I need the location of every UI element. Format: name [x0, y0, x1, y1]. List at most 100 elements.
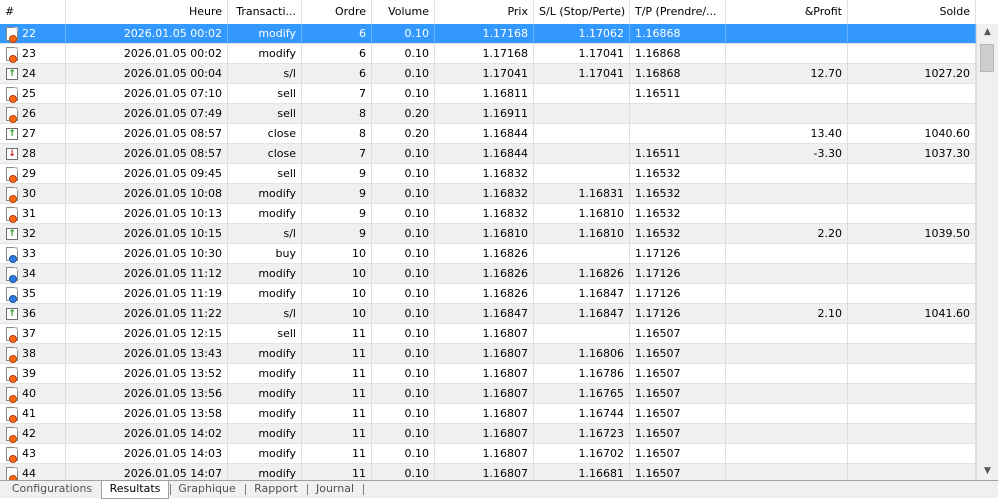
cell-volume: 0.10	[372, 64, 435, 84]
cell-price: 1.16844	[435, 124, 534, 144]
sell-order-icon	[6, 427, 18, 443]
order-dot-icon	[9, 195, 17, 203]
cell-volume: 0.10	[372, 264, 435, 284]
sell-order-icon	[6, 467, 18, 480]
cell-order: 10	[302, 244, 372, 264]
cell-balance: 1037.30	[848, 144, 976, 164]
row-id: 27	[22, 127, 36, 140]
table-row[interactable]: 26 2026.01.05 07:49 sell 8 0.20 1.16911	[0, 104, 976, 124]
table-row[interactable]: ↑ 27 2026.01.05 08:57 close 8 0.20 1.16844 13.4…	[0, 124, 976, 144]
table-row[interactable]: 31 2026.01.05 10:13 modify 9 0.10 1.16832 1.16…	[0, 204, 976, 224]
table-row[interactable]: 33 2026.01.05 10:30 buy 10 0.10 1.16826 1.1712…	[0, 244, 976, 264]
sell-order-icon	[6, 187, 18, 203]
cell-stop-loss: 1.16765	[534, 384, 630, 404]
cell-profit	[726, 444, 848, 464]
table-row[interactable]: 40 2026.01.05 13:56 modify 11 0.10 1.16807 1.1…	[0, 384, 976, 404]
cell-balance	[848, 424, 976, 444]
cell-transaction: modify	[228, 464, 302, 480]
tab-journal[interactable]: Journal	[308, 481, 362, 498]
table-row[interactable]: 39 2026.01.05 13:52 modify 11 0.10 1.16807 1.1…	[0, 364, 976, 384]
column-header-row: # Heure Transacti... Ordre Volume Prix S/L (St…	[0, 0, 976, 25]
cell-price: 1.16807	[435, 364, 534, 384]
table-row[interactable]: 22 2026.01.05 00:02 modify 6 0.10 1.17168 1.17…	[0, 24, 976, 44]
cell-transaction: modify	[228, 284, 302, 304]
table-row[interactable]: 42 2026.01.05 14:02 modify 11 0.10 1.16807 1.1…	[0, 424, 976, 444]
cell-take-profit: 1.16532	[630, 204, 726, 224]
row-id: 41	[22, 407, 36, 420]
vertical-scrollbar[interactable]: ▲ ▼	[976, 24, 998, 480]
cell-id: 26	[0, 104, 66, 124]
table-row[interactable]: ↑ 32 2026.01.05 10:15 s/l 9 0.10 1.16810 1.1681…	[0, 224, 976, 244]
row-id: 43	[22, 447, 36, 460]
table-row[interactable]: 29 2026.01.05 09:45 sell 9 0.10 1.16832 1.1653…	[0, 164, 976, 184]
cell-price: 1.16810	[435, 224, 534, 244]
cell-volume: 0.10	[372, 324, 435, 344]
cell-price: 1.16807	[435, 404, 534, 424]
cell-order: 6	[302, 44, 372, 64]
cell-volume: 0.10	[372, 184, 435, 204]
cell-profit	[726, 104, 848, 124]
scroll-thumb[interactable]	[980, 44, 994, 72]
cell-volume: 0.10	[372, 284, 435, 304]
column-header-balance[interactable]: Solde	[848, 0, 976, 24]
table-row[interactable]: ↑ 24 2026.01.05 00:04 s/l 6 0.10 1.17041 1.1704…	[0, 64, 976, 84]
sell-order-icon	[6, 407, 18, 423]
table-row[interactable]: 30 2026.01.05 10:08 modify 9 0.10 1.16832 1.16…	[0, 184, 976, 204]
cell-transaction: modify	[228, 24, 302, 44]
cell-order: 11	[302, 384, 372, 404]
cell-balance	[848, 384, 976, 404]
column-header-profit[interactable]: &Profit	[726, 0, 848, 24]
cell-transaction: modify	[228, 364, 302, 384]
table-row[interactable]: ↓ 28 2026.01.05 08:57 close 7 0.10 1.16844 1.16…	[0, 144, 976, 164]
cell-price: 1.16807	[435, 444, 534, 464]
cell-profit	[726, 244, 848, 264]
table-row[interactable]: 34 2026.01.05 11:12 modify 10 0.10 1.16826 1.1…	[0, 264, 976, 284]
cell-order: 11	[302, 444, 372, 464]
table-row[interactable]: 35 2026.01.05 11:19 modify 10 0.10 1.16826 1.1…	[0, 284, 976, 304]
table-row[interactable]: 25 2026.01.05 07:10 sell 7 0.10 1.16811 1.1651…	[0, 84, 976, 104]
column-header-take-profit[interactable]: T/P (Prendre/...	[630, 0, 726, 24]
cell-order: 10	[302, 284, 372, 304]
order-dot-icon	[9, 455, 17, 463]
cell-time: 2026.01.05 11:22	[66, 304, 228, 324]
cell-id: ↓ 28	[0, 144, 66, 164]
cell-take-profit	[630, 124, 726, 144]
cell-order: 6	[302, 24, 372, 44]
cell-volume: 0.10	[372, 444, 435, 464]
column-header-order[interactable]: Ordre	[302, 0, 372, 24]
table-row[interactable]: 43 2026.01.05 14:03 modify 11 0.10 1.16807 1.1…	[0, 444, 976, 464]
column-header-id[interactable]: #	[0, 0, 66, 24]
table-row[interactable]: 37 2026.01.05 12:15 sell 11 0.10 1.16807 1.165…	[0, 324, 976, 344]
cell-order: 10	[302, 264, 372, 284]
column-header-stop-loss[interactable]: S/L (Stop/Perte)	[534, 0, 630, 24]
cell-price: 1.16911	[435, 104, 534, 124]
tab-graphique[interactable]: Graphique	[170, 481, 244, 498]
cell-order: 9	[302, 164, 372, 184]
cell-profit	[726, 464, 848, 480]
column-header-price[interactable]: Prix	[435, 0, 534, 24]
tab-rapport[interactable]: Rapport	[246, 481, 306, 498]
cell-profit: 2.20	[726, 224, 848, 244]
table-row[interactable]: 23 2026.01.05 00:02 modify 6 0.10 1.17168 1.17…	[0, 44, 976, 64]
cell-stop-loss: 1.16847	[534, 304, 630, 324]
cell-id: 37	[0, 324, 66, 344]
table-row[interactable]: 38 2026.01.05 13:43 modify 11 0.10 1.16807 1.1…	[0, 344, 976, 364]
scroll-down-icon[interactable]: ▼	[977, 463, 998, 480]
cell-profit	[726, 164, 848, 184]
cell-take-profit: 1.16511	[630, 84, 726, 104]
table-row[interactable]: 44 2026.01.05 14:07 modify 11 0.10 1.16807 1.1…	[0, 464, 976, 480]
cell-price: 1.16807	[435, 344, 534, 364]
cell-balance	[848, 24, 976, 44]
column-header-volume[interactable]: Volume	[372, 0, 435, 24]
cell-time: 2026.01.05 14:07	[66, 464, 228, 480]
tab-resultats[interactable]: Resultats	[101, 481, 169, 499]
tab-configurations[interactable]: Configurations	[4, 481, 100, 498]
cell-balance: 1039.50	[848, 224, 976, 244]
column-header-transaction[interactable]: Transacti...	[228, 0, 302, 24]
column-header-time[interactable]: Heure	[66, 0, 228, 24]
table-row[interactable]: ↑ 36 2026.01.05 11:22 s/l 10 0.10 1.16847 1.168…	[0, 304, 976, 324]
cell-volume: 0.10	[372, 384, 435, 404]
scroll-up-icon[interactable]: ▲	[977, 24, 998, 41]
row-id: 29	[22, 167, 36, 180]
table-row[interactable]: 41 2026.01.05 13:58 modify 11 0.10 1.16807 1.1…	[0, 404, 976, 424]
